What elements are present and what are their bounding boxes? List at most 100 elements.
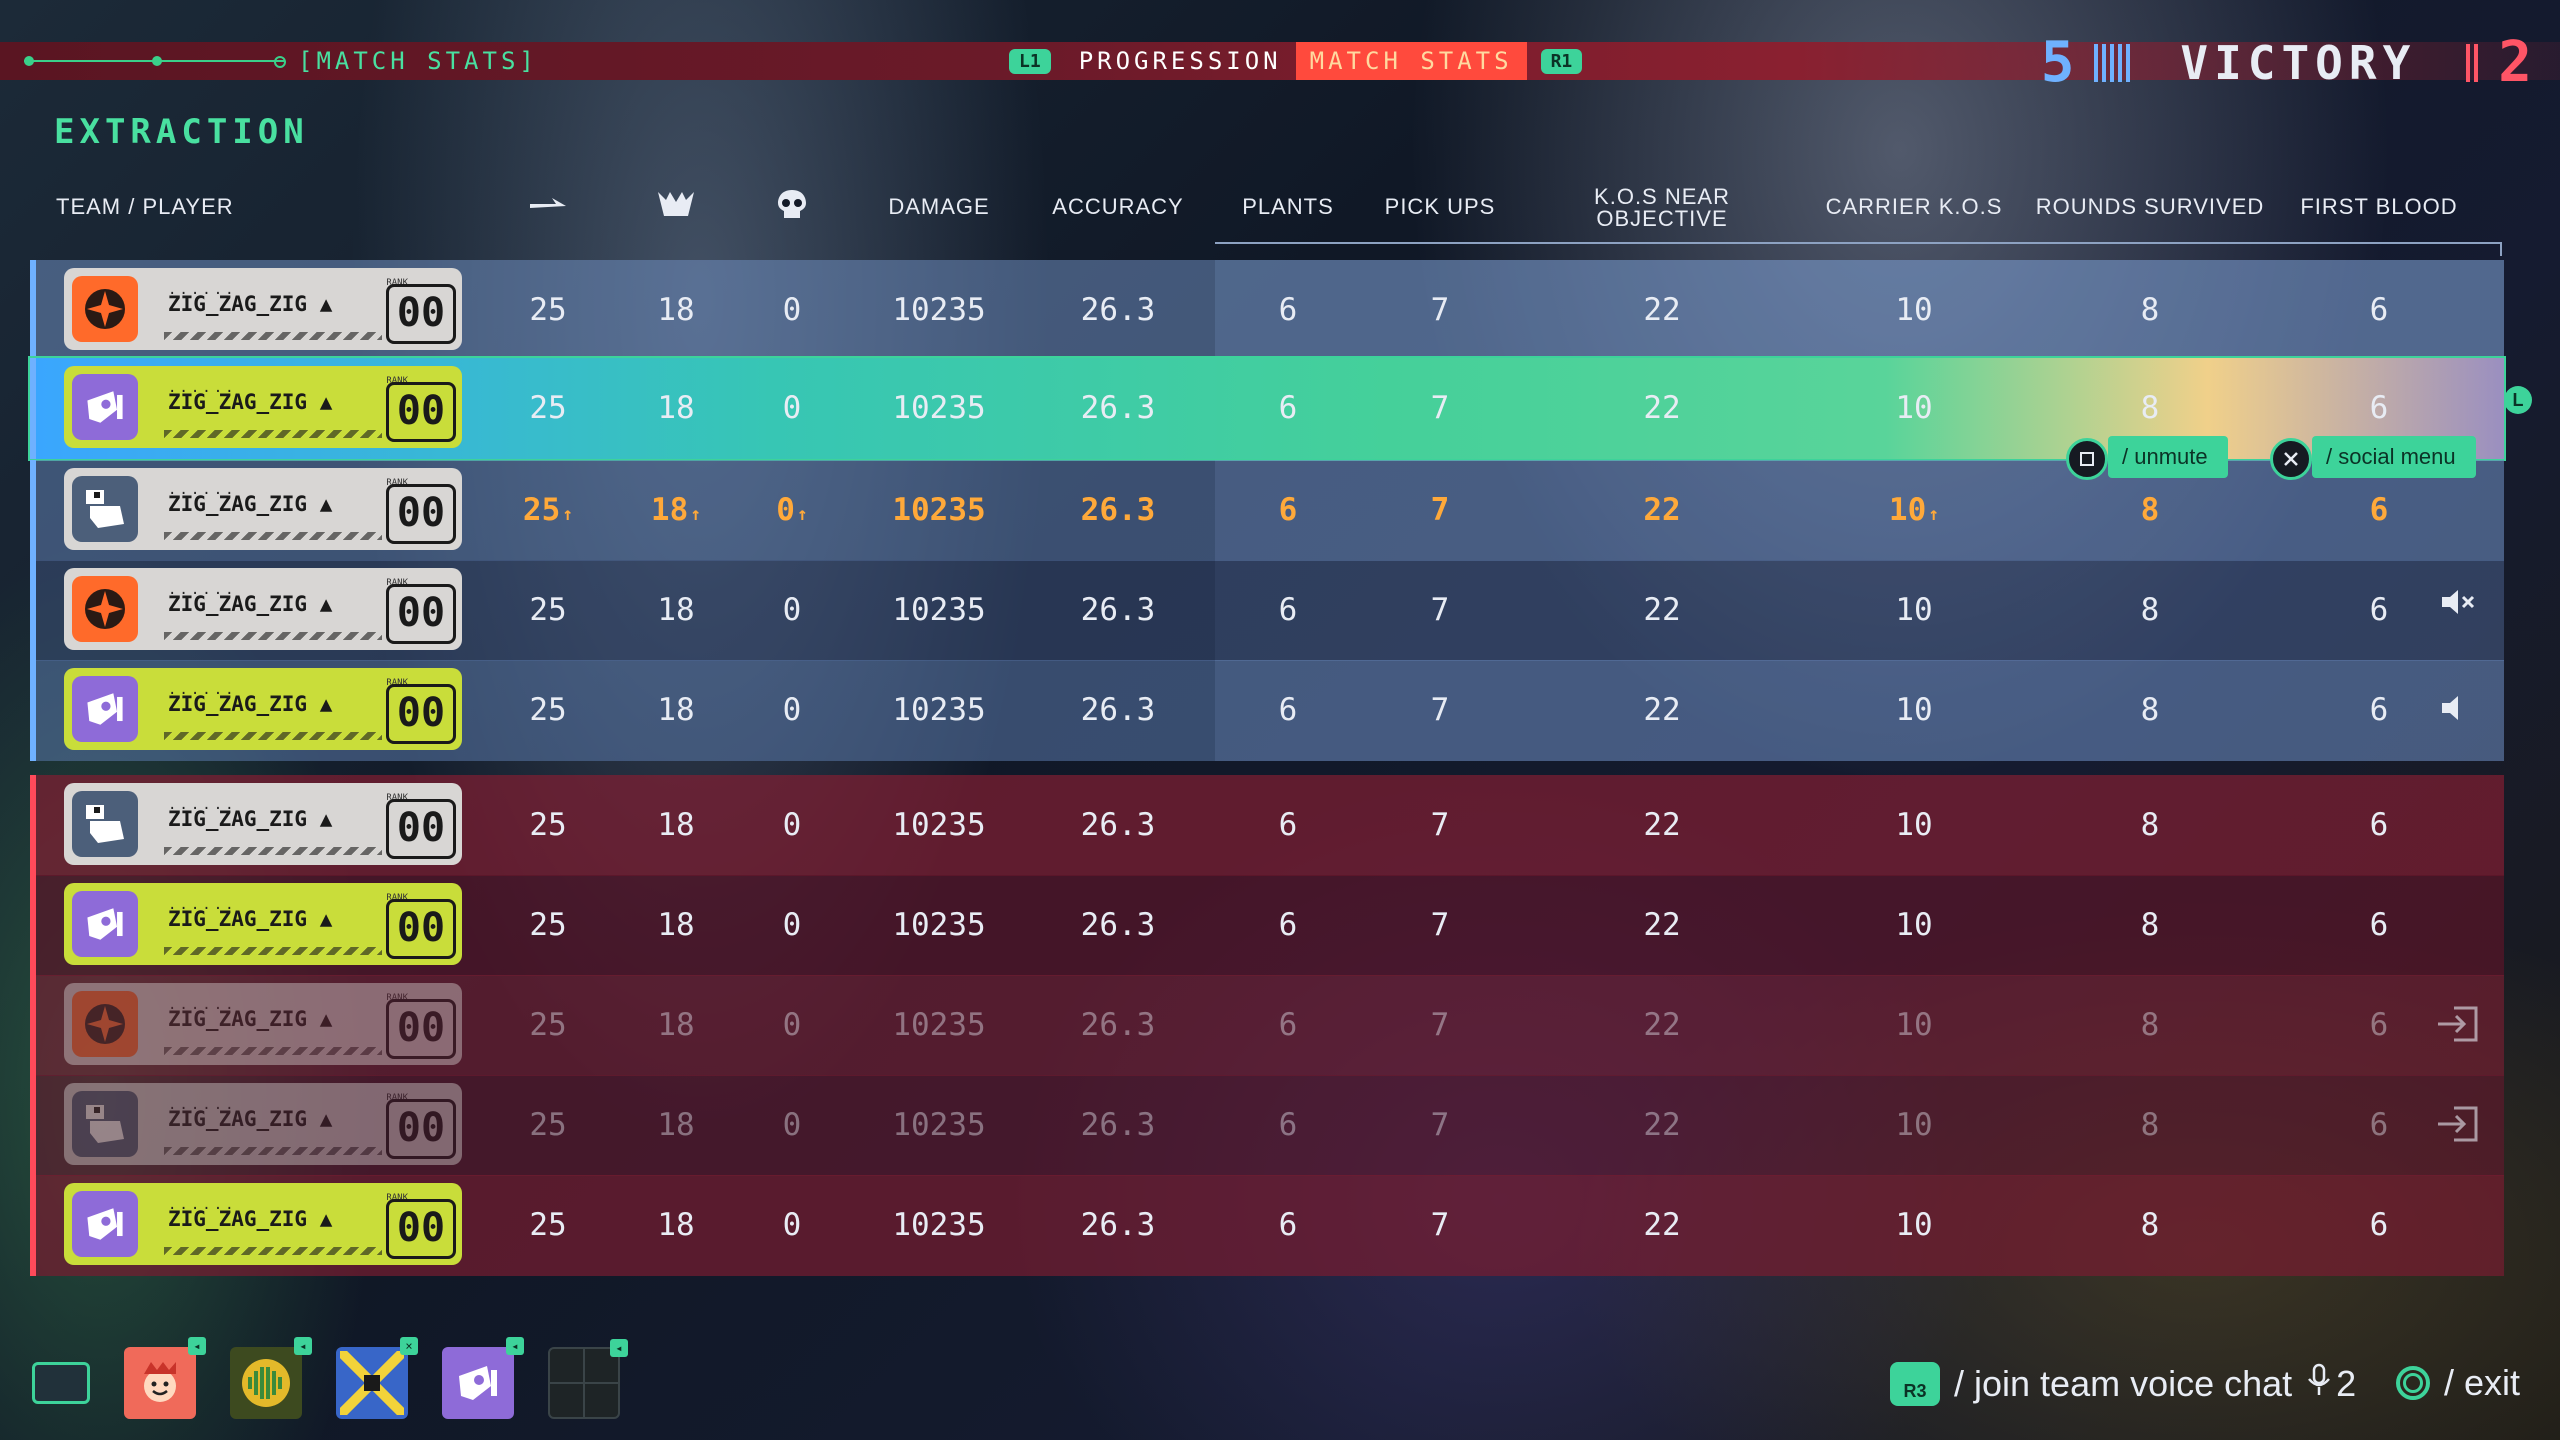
cross-button-icon[interactable] [2270, 438, 2312, 480]
stat-cell: 18 [657, 692, 695, 728]
r1-button-hint[interactable]: R1 [1540, 48, 1583, 74]
stat-cell: 7 [1430, 692, 1450, 728]
stat-cell: 6 [2369, 692, 2389, 728]
stat-cell: 10235 [892, 390, 986, 426]
empty-slot-avatar[interactable]: ◂ [548, 1339, 628, 1419]
avatar[interactable]: ◂ [442, 1337, 524, 1419]
mech-icon [72, 791, 138, 857]
table-row[interactable]: ...... ZIG_ZAG_ZIG ▲ RANK 00 25 18 0 10235 26.3 6… [30, 1075, 2504, 1176]
table-header: TEAM / PLAYER DAMAGE ACCURACY PLANTS PIC… [0, 186, 2560, 256]
l1-button-hint[interactable]: L1 [1009, 48, 1051, 74]
stat-cell: 0 ↑ [776, 492, 808, 528]
unmute-prompt[interactable]: / unmute [2108, 436, 2228, 478]
stat-cell: 10235 [892, 1007, 986, 1043]
stat-cell: 10 [1895, 592, 1933, 628]
table-row[interactable]: ...... ZIG_ZAG_ZIG ▲ RANK 00 25 18 0 10235 26.3 6… [30, 660, 2504, 761]
dash-icon [526, 192, 570, 214]
stat-cell: 10 [1895, 907, 1933, 943]
table-row[interactable]: ...... ZIG_ZAG_ZIG ▲ RANK 00 25 18 0 10235 26.3 6… [30, 260, 2504, 361]
player-card[interactable]: ...... ZIG_ZAG_ZIG ▲ RANK 00 [64, 268, 462, 350]
table-row[interactable]: ...... ZIG_ZAG_ZIG ▲ RANK 00 25 18 0 10235 26.3 6… [30, 560, 2504, 661]
l-stick-icon[interactable]: L [2504, 386, 2532, 414]
robot-icon [72, 891, 138, 957]
stat-cell: 6 [1278, 292, 1298, 328]
card-stripe [164, 632, 382, 640]
stat-cell: 10 [1895, 292, 1933, 328]
card-stripe [164, 332, 382, 340]
stat-cell: 8 [2140, 692, 2160, 728]
voice-chat-hint[interactable]: R3 / join team voice chat 2 [1890, 1362, 2356, 1406]
table-row[interactable]: ...... ZIG_ZAG_ZIG ▲ RANK 00 25 18 0 10235 26.3 6… [30, 775, 2504, 876]
player-card[interactable]: ...... ZIG_ZAG_ZIG ▲ RANK 00 [64, 1083, 462, 1165]
player-name: ZIG_ZAG_ZIG ▲ [168, 1207, 333, 1231]
score-right: 2 [2498, 30, 2532, 95]
row-shade [1215, 875, 2504, 976]
stat-cell: 22 [1643, 390, 1681, 426]
game-mode-title: EXTRACTION [54, 112, 309, 152]
stat-cell: 8 [2140, 907, 2160, 943]
player-card[interactable]: ...... ZIG_ZAG_ZIG ▲ RANK 00 [64, 783, 462, 865]
card-stripe [164, 947, 382, 955]
stat-cell: 0 [782, 807, 802, 843]
stat-cell: 18 [657, 292, 695, 328]
table-row[interactable]: ...... ZIG_ZAG_ZIG ▲ RANK 00 25 18 0 10235 26.3 6… [30, 975, 2504, 1076]
player-card[interactable]: ...... ZIG_ZAG_ZIG ▲ RANK 00 [64, 468, 462, 550]
avatar[interactable]: × [336, 1337, 418, 1419]
stat-cell: 6 [2369, 807, 2389, 843]
stat-cell: 18 [657, 907, 695, 943]
col-plants: PLANTS [1242, 194, 1334, 219]
keyboard-icon[interactable] [32, 1362, 90, 1404]
player-card[interactable]: ...... ZIG_ZAG_ZIG ▲ RANK 00 [64, 1183, 462, 1265]
match-score: 5 VICTORY 2 [2041, 30, 2532, 95]
player-card[interactable]: ...... ZIG_ZAG_ZIG ▲ RANK 00 [64, 366, 462, 448]
card-stripe [164, 1247, 382, 1255]
speaker-icon[interactable] [2440, 692, 2476, 732]
stat-cell: 7 [1430, 1207, 1450, 1243]
player-card[interactable]: ...... ZIG_ZAG_ZIG ▲ RANK 00 [64, 983, 462, 1065]
row-shade [1215, 560, 2504, 661]
stat-cell: 18 [657, 390, 695, 426]
row-shade [1215, 460, 2504, 561]
robot-icon [72, 1191, 138, 1257]
stat-cell: 26.3 [1080, 692, 1156, 728]
player-name: ZIG_ZAG_ZIG ▲ [168, 292, 333, 316]
social-menu-prompt[interactable]: / social menu [2312, 436, 2476, 478]
square-button-icon[interactable] [2066, 438, 2108, 480]
crosshair-icon [72, 576, 138, 642]
exit-hint[interactable]: / exit [2396, 1362, 2520, 1404]
tab-progression[interactable]: PROGRESSION [1065, 42, 1296, 80]
stat-cell: 25 [529, 692, 567, 728]
table-row[interactable]: ...... ZIG_ZAG_ZIG ▲ RANK 00 25 18 0 10235 26.3 6… [30, 1175, 2504, 1276]
left-match-icon [2436, 1004, 2480, 1053]
rank-badge: 00 [386, 1199, 456, 1259]
progress-track [24, 56, 286, 68]
muted-speaker-icon[interactable] [2440, 586, 2476, 626]
player-card[interactable]: ...... ZIG_ZAG_ZIG ▲ RANK 00 [64, 668, 462, 750]
score-left: 5 [2040, 30, 2075, 95]
stat-cell: 8 [2140, 1207, 2160, 1243]
tab-match-stats[interactable]: MATCH STATS [1295, 42, 1527, 80]
speaker-icon: ◂ [188, 1337, 206, 1355]
stat-cell: 25 [529, 592, 567, 628]
stat-cell: 22 [1643, 1007, 1681, 1043]
skull-icon [775, 188, 809, 220]
stat-cell: 22 [1643, 1207, 1681, 1243]
stat-cell: 22 [1643, 692, 1681, 728]
stat-cell: 10 [1895, 1207, 1933, 1243]
stat-cell: 10 [1895, 692, 1933, 728]
avatar[interactable]: ◂ [230, 1337, 312, 1419]
stat-cell: 26.3 [1080, 1007, 1156, 1043]
team-band [30, 660, 36, 761]
player-card[interactable]: ...... ZIG_ZAG_ZIG ▲ RANK 00 [64, 883, 462, 965]
team-band [30, 260, 36, 361]
player-name: ZIG_ZAG_ZIG ▲ [168, 1007, 333, 1031]
player-card[interactable]: ...... ZIG_ZAG_ZIG ▲ RANK 00 [64, 568, 462, 650]
stat-cell: 25 [529, 807, 567, 843]
crosshair-icon [72, 991, 138, 1057]
table-row[interactable]: ...... ZIG_ZAG_ZIG ▲ RANK 00 25 18 0 10235 26.3 6… [30, 875, 2504, 976]
avatar[interactable]: ◂ [124, 1337, 206, 1419]
rank-badge: 00 [386, 382, 456, 442]
col-pickups: PICK UPS [1384, 194, 1496, 219]
stat-cell: 6 [2369, 1207, 2389, 1243]
up-arrow-icon: ↑ [1928, 504, 1940, 525]
